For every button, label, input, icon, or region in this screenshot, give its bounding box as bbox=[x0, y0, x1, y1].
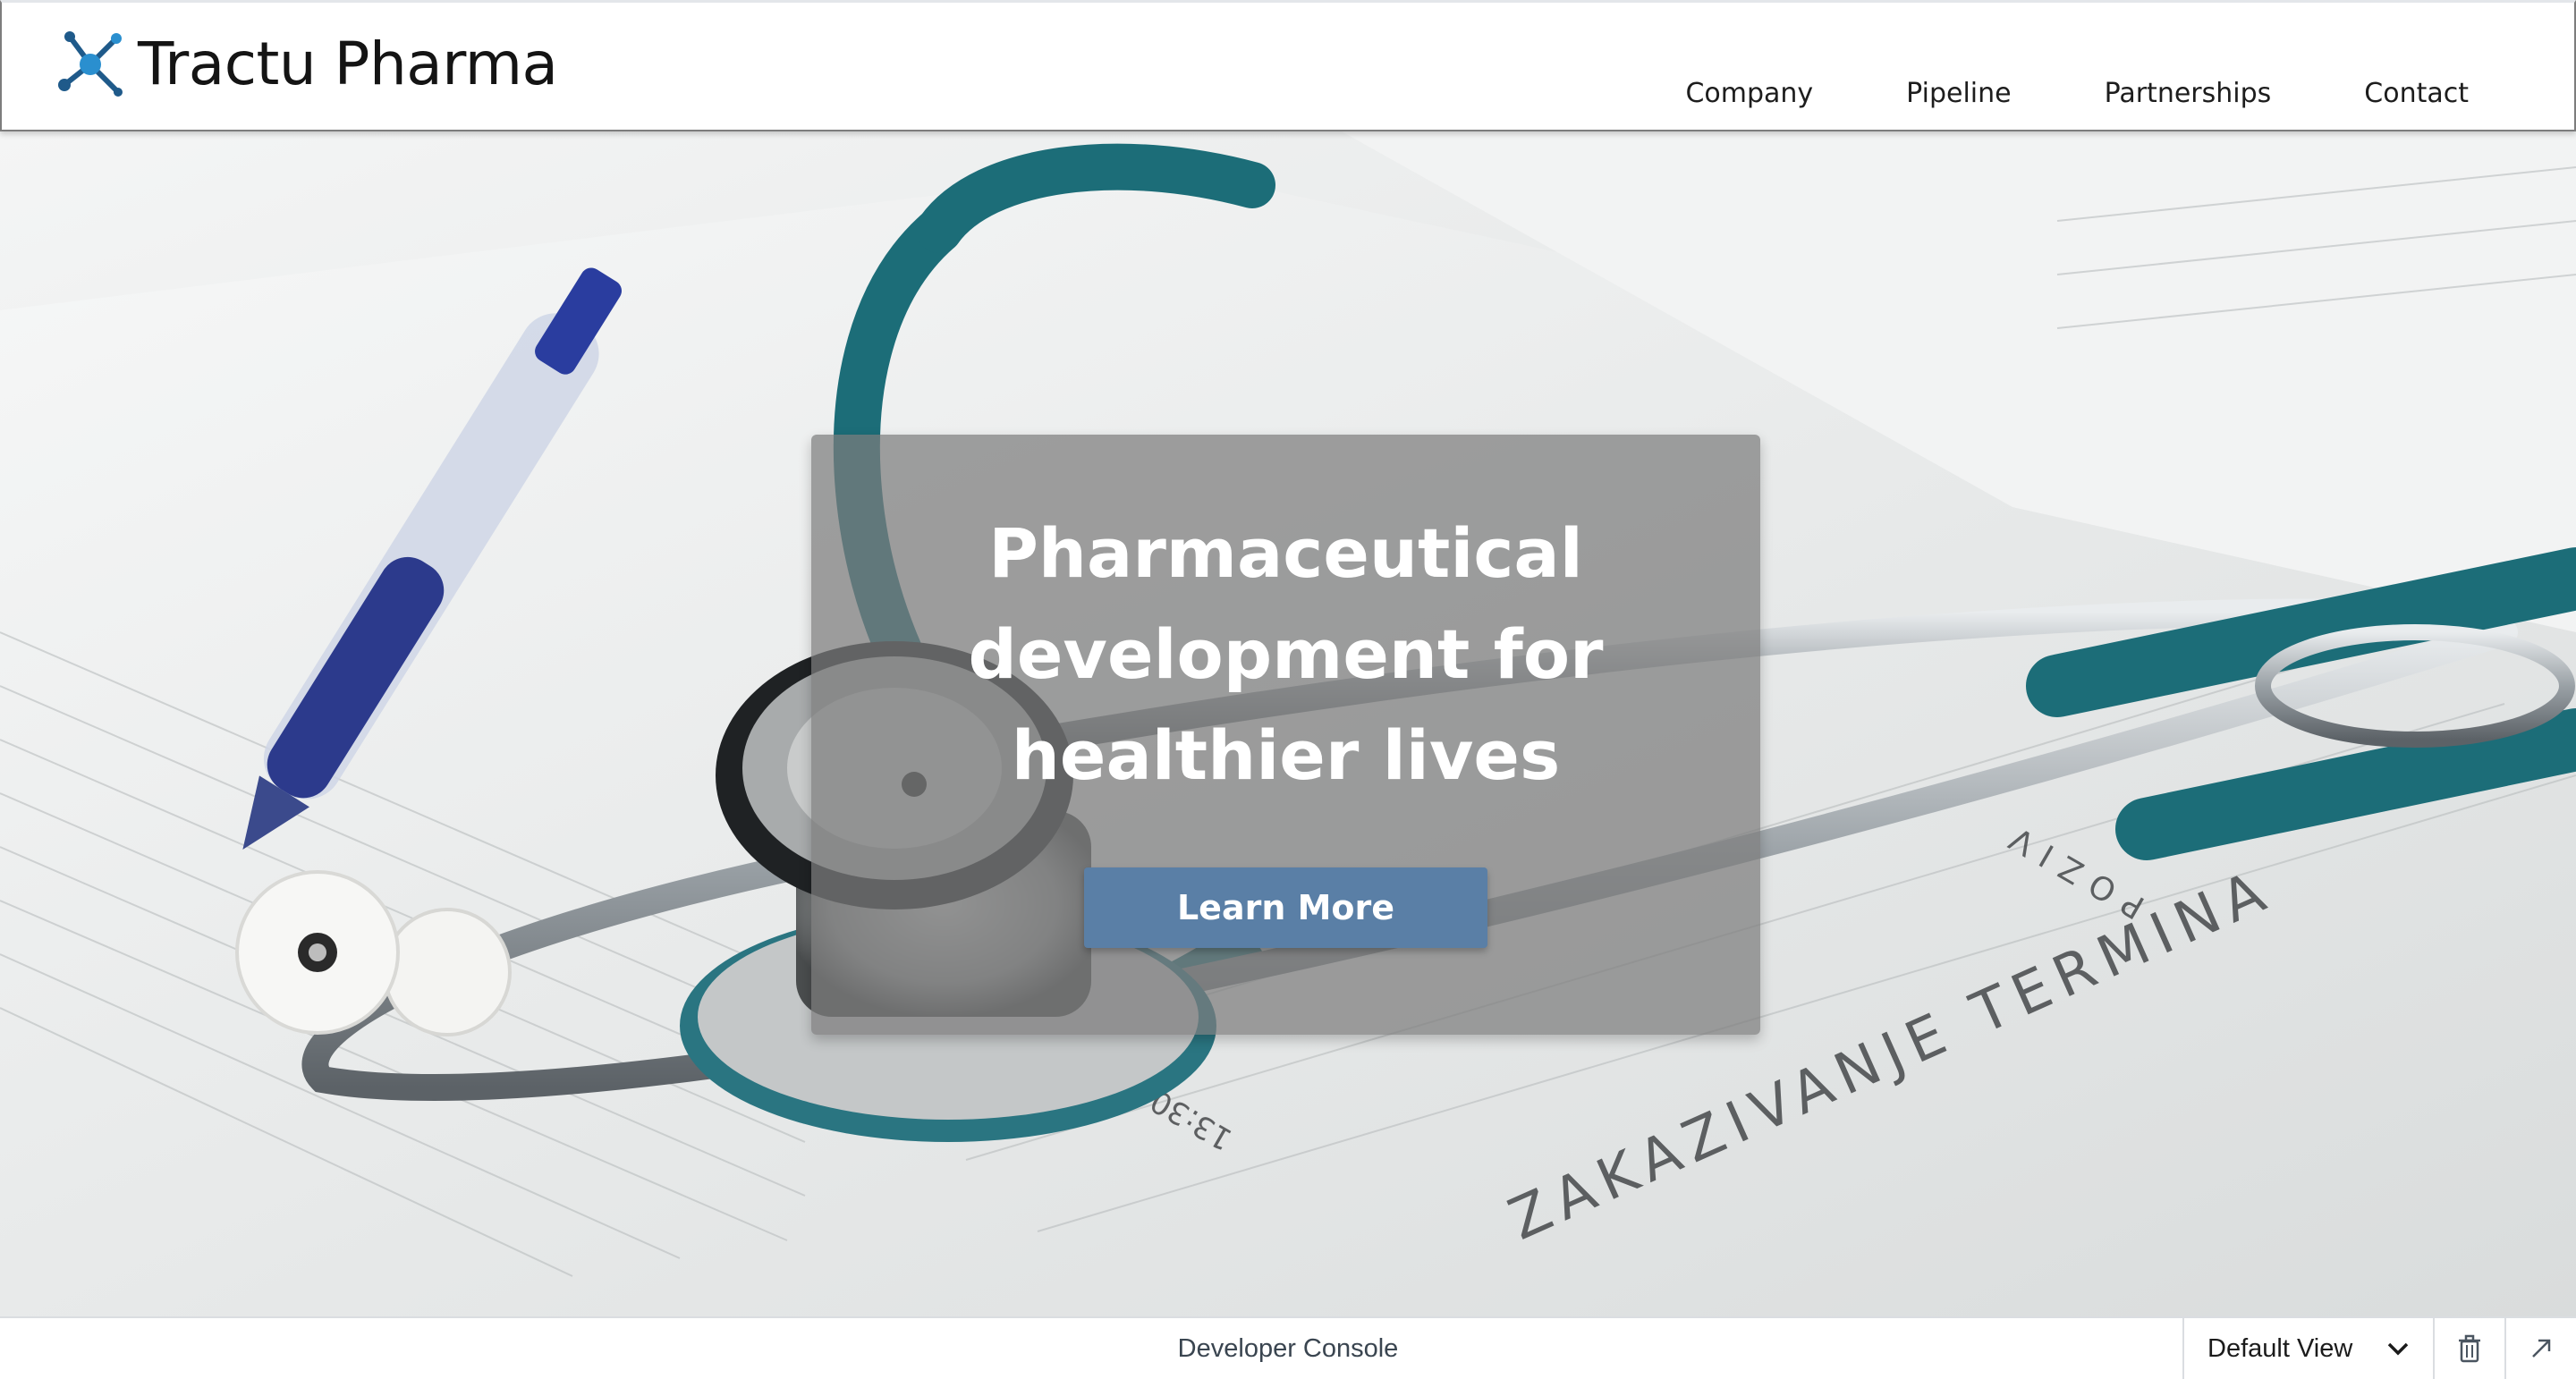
molecule-logo-icon bbox=[58, 31, 123, 97]
pop-out-icon bbox=[2532, 1339, 2551, 1358]
view-select-dropdown[interactable]: Default View bbox=[2182, 1318, 2433, 1379]
nav-partnerships-link[interactable]: Partnerships bbox=[2105, 78, 2272, 109]
nav-company-link[interactable]: Company bbox=[1685, 78, 1813, 109]
brand-logo[interactable]: Tractu Pharma bbox=[54, 28, 558, 101]
developer-console-bar: Developer Console Default View bbox=[0, 1316, 2576, 1379]
hero-title: Pharmaceutical development for healthier… bbox=[968, 513, 1604, 795]
nav-pipeline-link[interactable]: Pipeline bbox=[1906, 78, 2011, 109]
view-select-value: Default View bbox=[2207, 1333, 2353, 1363]
chevron-down-icon bbox=[2387, 1342, 2409, 1356]
hero-section: ZAKAZIVANJE TERMINA 13:45 14:00 13:30 PO… bbox=[0, 131, 2576, 1316]
trash-icon bbox=[2459, 1334, 2480, 1363]
site-header: Tractu Pharma Company Pipeline Partnersh… bbox=[0, 0, 2576, 131]
nav-contact-link[interactable]: Contact bbox=[2364, 78, 2469, 109]
main-nav: Company Pipeline Partnerships Contact bbox=[1685, 78, 2469, 109]
hero-card: Pharmaceutical development for healthier… bbox=[811, 435, 1760, 1035]
brand-name: Tractu Pharma bbox=[138, 30, 558, 98]
clear-console-button[interactable] bbox=[2433, 1318, 2504, 1379]
pop-out-console-button[interactable] bbox=[2504, 1318, 2576, 1379]
learn-more-button[interactable]: Learn More bbox=[1084, 867, 1487, 948]
